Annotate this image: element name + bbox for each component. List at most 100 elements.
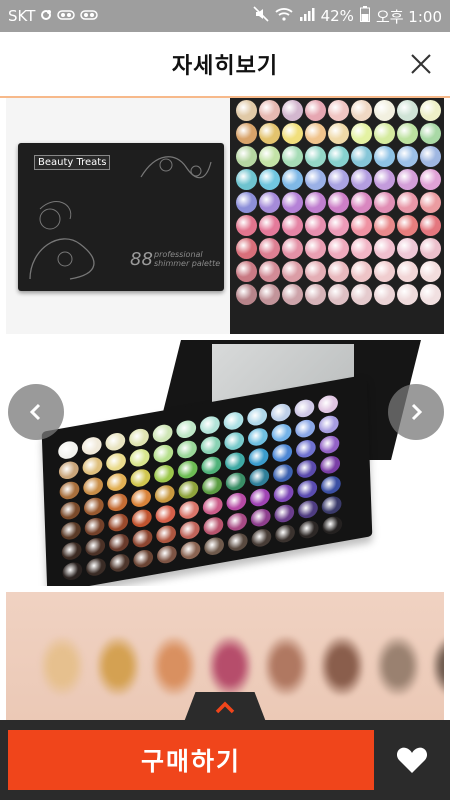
eyeshadow-pan: [259, 284, 280, 305]
tray-eyeshadow-pan: [60, 500, 81, 521]
eyeshadow-pan: [351, 100, 372, 121]
tray-eyeshadow-pan: [223, 410, 244, 432]
expand-tab[interactable]: [184, 692, 266, 722]
eyeshadow-pan: [328, 169, 349, 190]
buy-button[interactable]: 구매하기: [8, 730, 374, 790]
tray-eyeshadow-pan: [108, 512, 129, 533]
tray-eyeshadow-pan: [84, 516, 105, 537]
eyeshadow-pan: [305, 100, 326, 121]
tray-eyeshadow-pan: [108, 532, 130, 554]
notification-icon-2: [80, 7, 99, 25]
tray-eyeshadow-pan: [224, 430, 245, 452]
next-image-button[interactable]: [388, 384, 444, 440]
tray-eyeshadow-pan: [59, 480, 80, 501]
location-icon: [40, 7, 52, 25]
eyeshadow-pan: [397, 284, 418, 305]
eyeshadow-pan: [305, 169, 326, 190]
eyeshadow-pan: [374, 146, 395, 167]
eyeshadow-pan: [351, 192, 372, 213]
tray-eyeshadow-pan: [178, 479, 199, 501]
eyeshadow-grid: [236, 100, 441, 305]
tray-eyeshadow-pan: [177, 459, 198, 480]
eyeshadow-pan: [397, 261, 418, 282]
close-button[interactable]: [406, 49, 436, 79]
eyeshadow-pan: [236, 261, 257, 282]
tray-eyeshadow-pan: [85, 556, 107, 578]
tray-eyeshadow-pan: [83, 496, 104, 517]
swirl-decoration-top: [140, 156, 212, 179]
tray-eyeshadow-pan: [106, 471, 127, 493]
mute-icon: [253, 6, 269, 26]
tray-eyeshadow-pan: [156, 524, 177, 545]
palette-closeup: [230, 98, 444, 334]
eyeshadow-pan: [420, 100, 441, 121]
color-swatch: [96, 636, 140, 696]
tray-eyeshadow-pan: [153, 463, 175, 485]
tray-eyeshadow-pan: [320, 474, 342, 496]
product-image-open-palette: [6, 340, 444, 586]
eyeshadow-pan: [259, 100, 280, 121]
tray-eyeshadow-pan: [107, 492, 128, 513]
eyeshadow-pan: [305, 261, 326, 282]
tray-eyeshadow-pan: [178, 499, 200, 521]
eyeshadow-pan: [236, 192, 257, 213]
tray-eyeshadow-pan: [322, 515, 343, 536]
tray-eyeshadow-pan: [155, 503, 176, 525]
color-swatch: [152, 636, 196, 696]
close-icon: [411, 54, 431, 74]
eyeshadow-pan: [374, 284, 395, 305]
heart-icon: [396, 747, 428, 773]
tray-eyeshadow-pan: [199, 414, 221, 436]
tray-eyeshadow-pan: [227, 531, 248, 553]
eyeshadow-pan: [397, 192, 418, 213]
tray-eyeshadow-pan: [273, 483, 294, 504]
tray-eyeshadow-pan: [176, 418, 197, 440]
product-detail-images[interactable]: Beauty Treats 88 professional shimmer pa…: [0, 98, 450, 720]
tray-eyeshadow-pan: [274, 523, 296, 545]
eyeshadow-pan: [305, 192, 326, 213]
status-bar: SKT 42% 오후 1:00: [0, 0, 450, 32]
eyeshadow-pan: [236, 215, 257, 236]
eyeshadow-pan: [259, 169, 280, 190]
eyeshadow-pan: [305, 284, 326, 305]
clock: 오후 1:00: [375, 7, 442, 26]
eyeshadow-pan: [305, 215, 326, 236]
tray-eyeshadow-pan: [226, 511, 248, 533]
tray-eyeshadow-pan: [180, 540, 201, 561]
tray-eyeshadow-pan: [60, 520, 82, 542]
tray-eyeshadow-grid: [57, 393, 343, 582]
bottom-bar: 구매하기: [0, 720, 450, 800]
eyeshadow-pan: [328, 123, 349, 144]
battery-icon: [359, 6, 370, 26]
tray-eyeshadow-pan: [58, 459, 79, 481]
eyeshadow-pan: [282, 261, 303, 282]
color-swatch: [264, 636, 308, 696]
tray-eyeshadow-pan: [250, 507, 271, 529]
tray-eyeshadow-pan: [201, 455, 222, 476]
tray-eyeshadow-pan: [133, 548, 154, 570]
eyeshadow-pan: [282, 100, 303, 121]
tray-eyeshadow-pan: [294, 418, 316, 439]
product-image-box-and-palette: Beauty Treats 88 professional shimmer pa…: [6, 98, 444, 334]
eyeshadow-pan: [374, 100, 395, 121]
tray-eyeshadow-pan: [200, 434, 221, 456]
eyeshadow-pan: [351, 261, 372, 282]
tray-eyeshadow-pan: [298, 519, 319, 540]
chevron-up-icon: [215, 701, 235, 714]
previous-image-button[interactable]: [8, 384, 64, 440]
eyeshadow-pan: [374, 261, 395, 282]
carrier-label: SKT: [8, 7, 36, 25]
palette-subtitle-line2: shimmer palette: [154, 259, 221, 268]
swirl-decoration-left: [29, 201, 95, 280]
eyeshadow-pan: [259, 261, 280, 282]
tray-eyeshadow-pan: [82, 455, 103, 477]
wishlist-button[interactable]: [382, 730, 442, 790]
tray-eyeshadow-pan: [317, 393, 339, 415]
eyeshadow-pan: [236, 100, 257, 121]
eyeshadow-pan: [420, 215, 441, 236]
eyeshadow-pan: [420, 261, 441, 282]
tray-eyeshadow-pan: [130, 487, 152, 509]
tray-eyeshadow-pan: [249, 487, 271, 508]
color-swatch: [320, 636, 364, 696]
tray-eyeshadow-pan: [105, 431, 126, 453]
